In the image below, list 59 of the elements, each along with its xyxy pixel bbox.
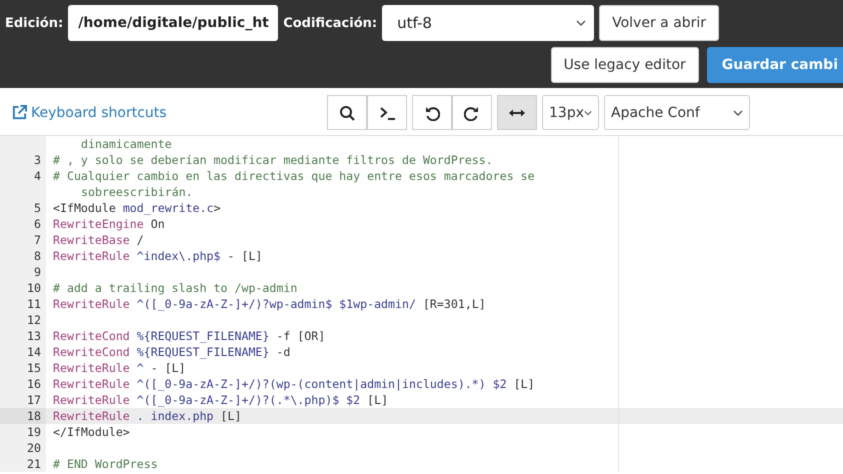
line-number: 12	[27, 313, 41, 327]
code-line: RewriteCond %{REQUEST_FILENAME} -d	[52, 344, 290, 360]
code-line: RewriteCond %{REQUEST_FILENAME} -f [OR]	[52, 328, 326, 344]
line-number: 11	[27, 297, 41, 311]
line-number: 4	[34, 169, 41, 183]
code-line: RewriteRule ^ - [L]	[52, 360, 186, 376]
line-number: 9	[34, 265, 41, 279]
chevron-down-icon	[576, 20, 586, 26]
reopen-button[interactable]: Volver a abrir	[599, 5, 720, 41]
legacy-editor-button[interactable]: Use legacy editor	[550, 47, 699, 83]
encoding-label: Codificación:	[283, 16, 378, 30]
line-number: 14	[27, 345, 41, 359]
code-line: RewriteRule ^([_0-9a-zA-Z-]+/)?(wp-(content|admin|includes).*) $2 [L]	[52, 376, 535, 392]
code-line: </IfModule>	[52, 424, 130, 440]
line-number: 16	[27, 377, 41, 391]
line-number: 15	[27, 361, 41, 375]
path-label: Edición:	[5, 16, 64, 30]
code-line: # , y solo se deberían modificar mediante filtros de WordPress.	[52, 152, 493, 168]
redo-icon	[464, 104, 480, 120]
chevron-down-icon	[584, 110, 592, 116]
terminal-icon	[379, 104, 395, 120]
search-icon	[339, 104, 355, 120]
search-button[interactable]	[327, 95, 367, 130]
line-number: 21	[27, 457, 41, 471]
code-line: # Cualquier cambio en las directivas que hay entre esos marcadores se	[52, 168, 535, 184]
code-line: dinamicamente	[80, 136, 172, 152]
keyboard-shortcuts-link[interactable]: Keyboard shortcuts	[12, 104, 327, 120]
encoding-select[interactable]: utf-8	[382, 5, 594, 41]
line-number: 8	[34, 249, 41, 263]
line-number: 5	[34, 201, 41, 215]
code-line: RewriteRule ^index\.php$ - [L]	[52, 248, 262, 264]
undo-icon	[424, 104, 440, 120]
terminal-button[interactable]	[367, 95, 407, 130]
code-line: RewriteBase /	[52, 232, 144, 248]
code-line: RewriteEngine On	[52, 216, 165, 232]
line-number: 17	[27, 393, 41, 407]
code-line: # END WordPress	[52, 456, 158, 472]
font-size-select[interactable]: 13px	[542, 95, 599, 130]
line-number: 10	[27, 281, 41, 295]
line-number: 13	[27, 329, 41, 343]
code-line: RewriteRule ^([_0-9a-zA-Z-]+/)?(.*\.php)$ $2 [L]	[52, 392, 388, 408]
mode-select[interactable]: Apache Conf	[604, 95, 750, 130]
code-line: RewriteRule ^([_0-9a-zA-Z-]+/)?wp-admin$ $1wp-admin/ [R=301,L]	[52, 296, 486, 312]
code-line: <IfModule mod_rewrite.c>	[52, 200, 221, 216]
undo-button[interactable]	[412, 95, 452, 130]
redo-button[interactable]	[452, 95, 492, 130]
line-number: 6	[34, 217, 41, 231]
path-field[interactable]: /home/digitale/public_ht	[68, 5, 278, 41]
code-line: RewriteRule . index.php [L]	[52, 408, 242, 424]
line-number: 3	[34, 153, 41, 167]
external-link-icon	[12, 105, 27, 120]
code-line: sobreescribirán.	[80, 184, 193, 200]
line-number: 20	[27, 441, 41, 455]
code-line: # add a trailing slash to /wp-admin	[52, 280, 298, 296]
chevron-down-icon	[733, 110, 743, 116]
line-number: 18	[27, 409, 41, 423]
line-number: 19	[27, 425, 41, 439]
line-number: 7	[34, 233, 41, 247]
wrap-button[interactable]	[497, 95, 537, 130]
